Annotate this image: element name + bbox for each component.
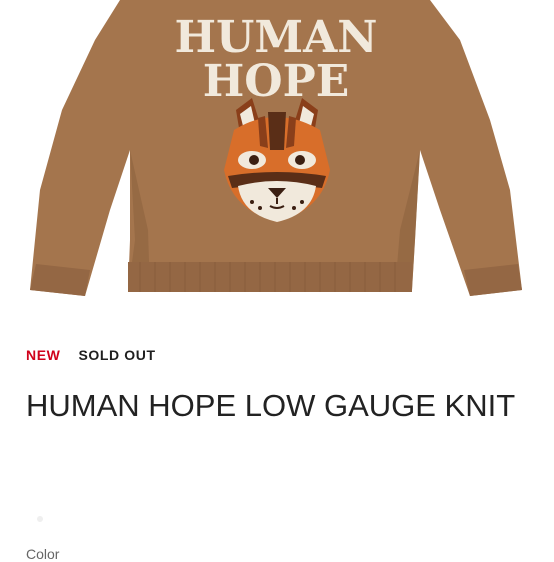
product-badges: NEW SOLD OUT — [26, 347, 156, 363]
decorative-dot — [37, 516, 43, 522]
product-image[interactable]: HUMAN HOPE — [0, 0, 554, 320]
new-badge: NEW — [26, 347, 61, 363]
sweater-illustration: HUMAN HOPE — [30, 0, 522, 296]
color-label: Color — [26, 546, 60, 562]
sweater-hem — [128, 262, 412, 292]
sold-out-badge: SOLD OUT — [78, 347, 156, 363]
product-title: HUMAN HOPE LOW GAUGE KNIT — [26, 388, 516, 423]
knit-text-hope: HOPE — [203, 56, 350, 107]
